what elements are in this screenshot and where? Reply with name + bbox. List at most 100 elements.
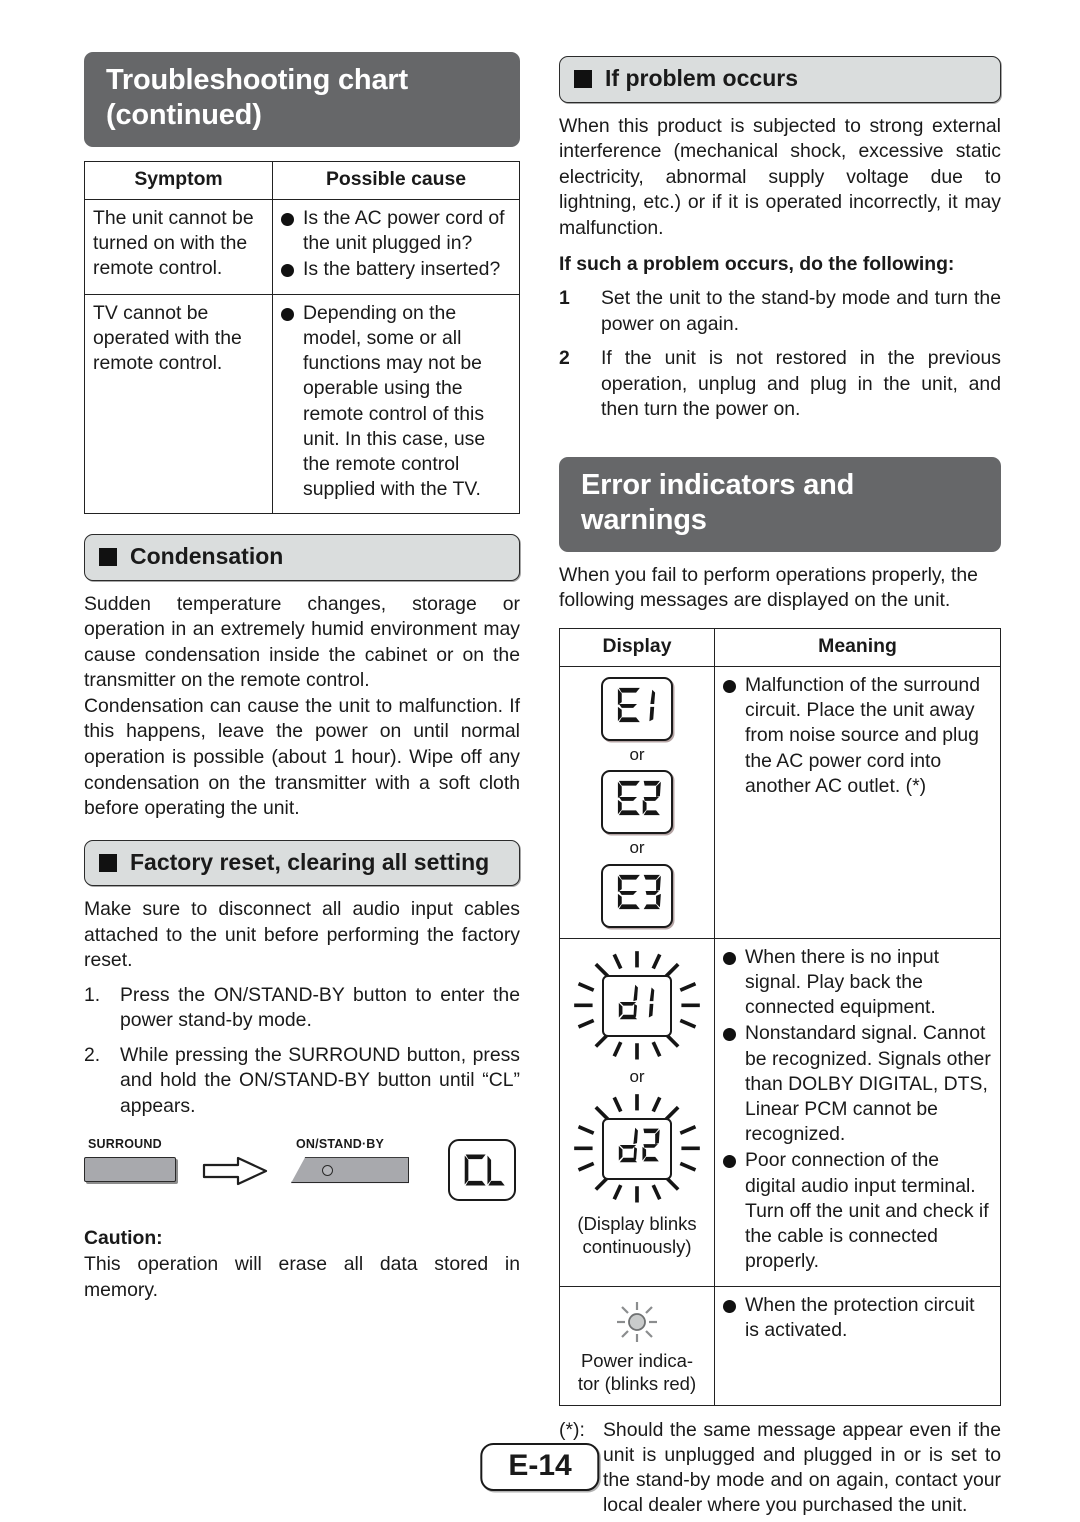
- section-title: If problem occurs: [605, 65, 798, 91]
- onstandby-button-label: ON/STAND·BY: [296, 1137, 385, 1152]
- cause-text: Is the AC power cord of the unit plugged…: [303, 206, 505, 255]
- power-indicator-caption: Power indica- tor (blinks red): [577, 1349, 697, 1394]
- table-row: TV cannot be operated with the remote co…: [84, 293, 520, 515]
- blinking-display-d1: [572, 949, 702, 1063]
- or-label: or: [629, 1066, 645, 1086]
- surround-button-graphic: [84, 1157, 176, 1183]
- list-item: Is the battery inserted?: [281, 257, 511, 282]
- lcd-display-d2: [602, 1118, 672, 1181]
- footnote-text: Should the same message appear even if t…: [603, 1418, 1001, 1517]
- seven-segment-e3-glyph: [612, 871, 662, 913]
- step-text: Press the ON/STAND-BY button to enter th…: [120, 983, 520, 1032]
- manual-page: Troubleshooting chart (continued) Sympto…: [0, 0, 1080, 1522]
- list-item: When the protection circuit is activated…: [723, 1293, 992, 1343]
- list-item: 1. Press the ON/STAND-BY button to enter…: [84, 983, 520, 1034]
- cell-possible-cause: Is the AC power cord of the unit plugged…: [272, 198, 520, 295]
- square-bullet-icon: [574, 70, 592, 88]
- list-item: Malfunction of the surround circuit. Pla…: [723, 673, 992, 799]
- step-number: 2: [559, 347, 570, 370]
- step-text: While pressing the SURROUND button, pres…: [120, 1043, 520, 1117]
- button-indicator-hole-icon: [322, 1165, 333, 1177]
- or-label: or: [629, 838, 645, 858]
- list-item: 2. While pressing the SURROUND button, p…: [84, 1043, 520, 1120]
- bullet-icon: [723, 951, 736, 965]
- seven-segment-e1-glyph: [612, 684, 662, 726]
- meaning-text: Nonstandard signal. Cannot be recognized…: [745, 1022, 991, 1146]
- seven-segment-d2-glyph: [613, 1125, 661, 1165]
- surround-button-label: SURROUND: [88, 1137, 162, 1152]
- table-header-row: Symptom Possible cause: [84, 160, 520, 200]
- step-text: Set the unit to the stand-by mode and tu…: [601, 287, 1001, 335]
- step-number: 1: [559, 287, 570, 310]
- paragraph: Condensation can cause the unit to malfu…: [84, 694, 520, 820]
- paragraph: This operation will erase all data store…: [84, 1253, 520, 1301]
- troubleshooting-table: Symptom Possible cause The unit cannot b…: [84, 160, 520, 515]
- seven-segment-cl-glyph: [458, 1150, 506, 1190]
- condensation-body: Sudden temperature changes, storage or o…: [84, 592, 520, 822]
- list-item: Poor connection of the digital audio inp…: [723, 1148, 992, 1274]
- factory-reset-intro: Make sure to disconnect all audio input …: [84, 897, 520, 974]
- seven-segment-e2-glyph: [612, 777, 662, 819]
- paragraph: Sudden temperature changes, storage or o…: [84, 592, 520, 692]
- list-item: 1 Set the unit to the stand-by mode and …: [559, 286, 1001, 337]
- caution-body: This operation will erase all data store…: [84, 1252, 520, 1303]
- bullet-icon: [723, 1028, 736, 1042]
- square-bullet-icon: [99, 548, 117, 567]
- lcd-display-d1: [602, 974, 672, 1037]
- if-problem-steps: 1 Set the unit to the stand-by mode and …: [559, 286, 1001, 423]
- display-readout-cl: [448, 1139, 516, 1202]
- or-label: or: [629, 745, 645, 765]
- table-row: Power indica- tor (blinks red) When the …: [559, 1285, 1001, 1406]
- bullet-icon: [281, 212, 294, 226]
- bullet-icon: [723, 1299, 736, 1313]
- display-blink-caption: (Display blinks continuously): [577, 1213, 697, 1258]
- cell-symptom: TV cannot be operated with the remote co…: [84, 293, 273, 515]
- list-item: When there is no input signal. Play back…: [723, 945, 992, 1021]
- column-header-meaning: Meaning: [714, 627, 1001, 667]
- section-header-if-problem-occurs: If problem occurs: [559, 56, 1001, 103]
- step-number: 2.: [84, 1043, 101, 1066]
- bullet-icon: [281, 264, 294, 278]
- arrow-right-icon: [202, 1156, 268, 1186]
- if-problem-occurs-body: When this product is subjected to strong…: [559, 114, 1001, 242]
- lcd-display-e2: [601, 770, 673, 835]
- caution-label: Caution:: [84, 1227, 163, 1250]
- paragraph: When this product is subjected to strong…: [559, 114, 1001, 239]
- cell-possible-cause: Depending on the model, some or all func…: [272, 293, 520, 515]
- meaning-text: When there is no input signal. Play back…: [745, 945, 940, 1019]
- right-column: If problem occurs When this product is s…: [559, 52, 1001, 1519]
- cell-display-blinking-codes: or (Display blinks continuously): [559, 937, 715, 1287]
- meaning-text: Malfunction of the surround circuit. Pla…: [745, 673, 980, 797]
- factory-reset-button-diagram: SURROUND ON/STAND·BY: [84, 1133, 520, 1211]
- section-title: Condensation: [130, 543, 284, 570]
- list-item: Nonstandard signal. Cannot be recognized…: [723, 1021, 992, 1147]
- cell-symptom: The unit cannot be turned on with the re…: [84, 198, 273, 295]
- chapter-banner-error-indicators: Error indicators and warnings: [559, 456, 1001, 552]
- bullet-icon: [281, 307, 294, 321]
- error-indicators-intro: When you fail to perform operations prop…: [559, 563, 1001, 614]
- meaning-text: Poor connection of the digital audio inp…: [745, 1149, 989, 1273]
- power-indicator-blinking-icon: [617, 1301, 657, 1342]
- blinking-display-d2: [572, 1092, 702, 1206]
- cell-meaning: When there is no input signal. Play back…: [714, 937, 1001, 1287]
- table-row: or: [559, 937, 1001, 1287]
- column-header-symptom: Symptom: [84, 160, 273, 200]
- if-problem-lead-in: If such a problem occurs, do the followi…: [559, 253, 955, 276]
- error-indicators-table: Display Meaning or or Malfunction of the…: [559, 627, 1001, 1406]
- section-title: Factory reset, clearing all setting: [130, 848, 490, 875]
- meaning-text: When the protection circuit is activated…: [745, 1293, 975, 1341]
- lcd-display-e3: [601, 863, 673, 928]
- seven-segment-d1-glyph: [613, 982, 661, 1022]
- paragraph: When you fail to perform operations prop…: [559, 563, 978, 612]
- list-item: 2 If the unit is not restored in the pre…: [559, 346, 1001, 423]
- square-bullet-icon: [99, 853, 117, 872]
- section-header-factory-reset: Factory reset, clearing all setting: [84, 839, 520, 887]
- error-indicators-footnote: (*): Should the same message appear even…: [559, 1418, 1001, 1519]
- chapter-banner-troubleshooting: Troubleshooting chart (continued): [84, 52, 520, 147]
- list-item: Is the AC power cord of the unit plugged…: [281, 206, 511, 256]
- cell-display-error-codes: or or: [559, 665, 715, 939]
- list-item: Depending on the model, some or all func…: [281, 301, 511, 503]
- lcd-display-e1: [601, 676, 673, 742]
- step-number: 1.: [84, 983, 101, 1006]
- column-header-display: Display: [559, 627, 715, 667]
